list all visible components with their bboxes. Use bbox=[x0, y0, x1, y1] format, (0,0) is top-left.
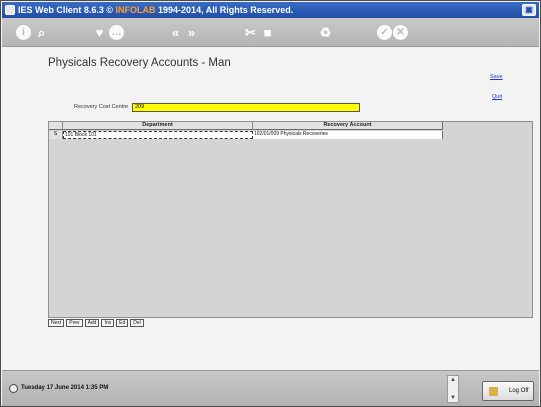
table-row[interactable]: 101 Block 101 102/01/009 Physicals Recov… bbox=[63, 131, 443, 139]
status-datetime: Tuesday 17 June 2014 1:35 PM bbox=[21, 385, 109, 391]
delete-button[interactable]: Del bbox=[130, 319, 144, 327]
column-header-department[interactable]: Department bbox=[63, 122, 253, 130]
prev-button[interactable]: Prev bbox=[66, 319, 83, 327]
column-header-recovery-account[interactable]: Recovery Account bbox=[253, 122, 443, 130]
stop-icon[interactable]: ■ bbox=[260, 25, 275, 40]
status-scroller[interactable]: ▲ ▼ bbox=[447, 375, 459, 403]
cancel-icon[interactable]: ✕ bbox=[393, 25, 408, 40]
save-link[interactable]: Save bbox=[490, 74, 503, 80]
check-icon[interactable]: ✓ bbox=[377, 25, 392, 40]
row-indicator[interactable]: S bbox=[49, 131, 63, 139]
search-icon[interactable]: ⌕ bbox=[34, 25, 49, 40]
info-icon[interactable]: i bbox=[16, 25, 31, 40]
next-button[interactable]: Next bbox=[48, 319, 65, 327]
scroll-down-icon[interactable]: ▼ bbox=[448, 394, 458, 402]
title-bar: IES Web Client 8.6.3 © INFOLAB 1994-2014… bbox=[2, 2, 539, 18]
recovery-cost-centre-input[interactable]: 209 bbox=[132, 103, 360, 112]
back-icon[interactable]: « bbox=[168, 25, 183, 40]
maximize-icon[interactable]: ▣ bbox=[522, 4, 536, 16]
main-content: Physicals Recovery Accounts - Man Save Q… bbox=[2, 47, 539, 370]
log-off-label: Log Off bbox=[509, 388, 529, 394]
record-nav-buttons: Next Prev Add Ins Ed Del bbox=[48, 319, 144, 327]
grid-corner bbox=[49, 122, 63, 130]
app-window: IES Web Client 8.6.3 © INFOLAB 1994-2014… bbox=[0, 0, 541, 407]
tools-icon[interactable]: ✂ bbox=[243, 25, 258, 40]
recovery-account-cell[interactable]: 102/01/009 Physicals Recoveries bbox=[253, 131, 443, 139]
insert-button[interactable]: Ins bbox=[101, 319, 115, 327]
chat-icon[interactable]: … bbox=[109, 25, 124, 40]
department-cell[interactable]: 101 Block 101 bbox=[63, 131, 253, 139]
add-button[interactable]: Add bbox=[84, 319, 100, 327]
title-prefix: IES Web Client 8.6.3 © bbox=[18, 5, 113, 15]
title-brand: INFOLAB bbox=[115, 5, 156, 15]
recovery-cost-centre-label: Recovery Cost Centre bbox=[74, 104, 129, 110]
heart-icon[interactable]: ♥ bbox=[92, 25, 107, 40]
edit-button[interactable]: Ed bbox=[116, 319, 129, 327]
scroll-up-icon[interactable]: ▲ bbox=[448, 376, 458, 384]
quit-link[interactable]: Quit bbox=[492, 94, 502, 100]
lock-icon bbox=[489, 387, 498, 396]
recycle-icon[interactable]: ♻ bbox=[318, 25, 333, 40]
log-off-button[interactable]: Log Off bbox=[482, 381, 534, 401]
forward-icon[interactable]: » bbox=[184, 25, 199, 40]
status-bar: Tuesday 17 June 2014 1:35 PM ▲ ▼ Log Off bbox=[2, 370, 539, 406]
title-suffix: 1994-2014, All Rights Reserved. bbox=[158, 5, 294, 15]
clock-icon bbox=[9, 384, 18, 393]
toolbar: i ⌕ ♥ … « » ✂ ■ ♻ ✓ ✕ bbox=[2, 18, 539, 47]
accounts-grid: Department Recovery Account S 101 Block … bbox=[48, 121, 533, 318]
app-icon bbox=[5, 5, 15, 15]
page-title: Physicals Recovery Accounts - Man bbox=[48, 57, 231, 69]
